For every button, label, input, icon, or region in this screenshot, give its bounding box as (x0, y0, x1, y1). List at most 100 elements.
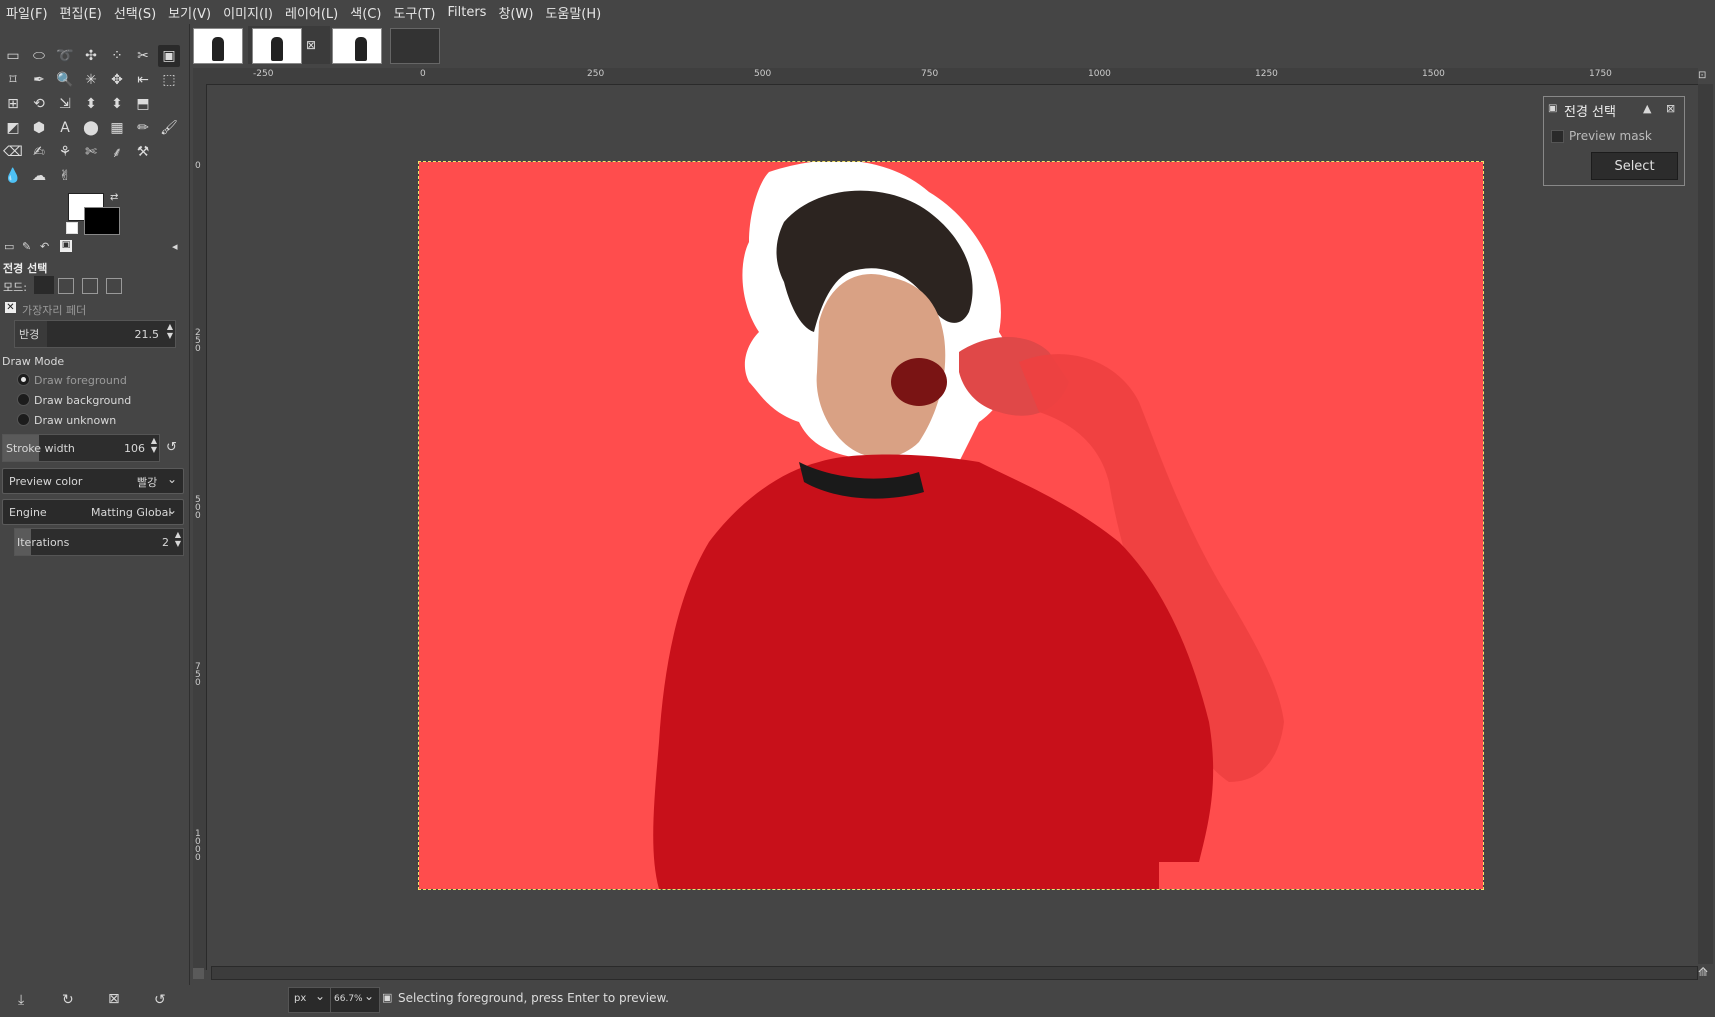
airbrush-icon[interactable]: ✍ (28, 141, 50, 163)
menu-item-6[interactable]: 색(C) (344, 3, 387, 22)
zoom-icon[interactable]: 🔍 (54, 69, 76, 91)
rect-select-icon[interactable]: ▭ (2, 45, 24, 67)
menu-item-3[interactable]: 보기(V) (162, 3, 217, 22)
scale-icon[interactable]: ⇲ (54, 93, 76, 115)
warp-icon[interactable]: ◩ (2, 117, 24, 139)
delete-options-icon[interactable]: ⊠ (108, 991, 120, 1007)
crop-icon[interactable]: ⬚ (158, 69, 180, 91)
engine-combo[interactable]: Engine Matting Global ⌄ (2, 499, 184, 525)
draw-foreground-radio[interactable] (17, 373, 30, 386)
draw-background-radio[interactable] (17, 393, 30, 406)
save-options-icon[interactable]: ⤓ (18, 992, 24, 1008)
feather-checkbox[interactable]: ✕ (5, 302, 16, 313)
menu-item-1[interactable]: 편집(E) (54, 3, 108, 22)
ink-icon[interactable]: ⚘ (54, 141, 76, 163)
lasso-icon[interactable]: ➰ (54, 45, 76, 67)
foreground-select-icon[interactable]: ▣ (158, 45, 180, 67)
pencil-icon[interactable]: ✏ (132, 117, 154, 139)
undo-history-tab-icon[interactable]: ↶ (40, 240, 49, 253)
heal-icon[interactable]: ⸙ (106, 141, 128, 163)
navigate-icon[interactable]: ⟰ (1698, 965, 1708, 979)
perspective-clone-icon[interactable]: ⚒ (132, 141, 154, 163)
background-color-swatch[interactable] (84, 207, 120, 235)
detach-icon[interactable]: ▲ (1643, 102, 1651, 115)
draw-unknown-radio[interactable] (17, 413, 30, 426)
zoom-navigate-icon[interactable]: ⊡ (1698, 70, 1706, 81)
select-button[interactable]: Select (1591, 152, 1678, 180)
mode-add-icon[interactable] (58, 278, 74, 294)
menu-item-8[interactable]: Filters (441, 5, 492, 20)
v-ruler-label: 500 (195, 495, 201, 521)
color-picker-icon[interactable]: ✒ (28, 69, 50, 91)
fuzzy-select-icon[interactable]: ✣ (80, 45, 102, 67)
radius-label: 반경 (19, 328, 40, 341)
fill-icon[interactable]: ⬤ (80, 117, 102, 139)
menu-item-7[interactable]: 도구(T) (387, 3, 441, 22)
mode-intersect-icon[interactable] (106, 278, 122, 294)
image-tab-1[interactable] (193, 28, 243, 64)
move-icon[interactable]: ✥ (106, 69, 128, 91)
mode-replace-icon[interactable] (34, 276, 54, 294)
image-tab-3[interactable] (332, 28, 382, 64)
menu-item-4[interactable]: 이미지(I) (217, 3, 279, 22)
iterations-spinner[interactable]: Iterations 2 ▲ ▼ (14, 528, 184, 556)
text-icon[interactable]: A (54, 117, 76, 139)
stroke-width-label: Stroke width (6, 442, 75, 455)
image-tab-4[interactable] (390, 28, 440, 64)
image-canvas[interactable] (418, 161, 1484, 890)
horizontal-scrollbar[interactable] (211, 966, 1698, 980)
spinner-arrows-icon[interactable]: ▲ ▼ (167, 322, 173, 340)
menu-item-9[interactable]: 창(W) (492, 3, 539, 22)
reset-options-icon[interactable]: ↺ (154, 992, 166, 1008)
paths-icon[interactable]: ⌑ (2, 69, 24, 91)
bucket-icon[interactable]: ⬢ (28, 117, 50, 139)
preview-mask-checkbox[interactable] (1551, 130, 1564, 143)
vertical-ruler: 0 250 500 750 1000 (193, 84, 207, 970)
eraser-icon[interactable]: ⌫ (2, 141, 24, 163)
ellipse-select-icon[interactable]: ⬭ (28, 45, 50, 67)
default-colors-icon[interactable] (66, 222, 78, 234)
smudge-icon[interactable]: ☁ (28, 165, 50, 187)
color-select-icon[interactable]: ⁘ (106, 45, 128, 67)
align-icon[interactable]: ⇤ (132, 69, 154, 91)
menu-item-0[interactable]: 파일(F) (0, 3, 54, 22)
spinner-arrows-icon[interactable]: ▲ ▼ (151, 436, 157, 454)
cage-icon[interactable]: ⬒ (132, 93, 154, 115)
scissors-icon[interactable]: ✂ (132, 45, 154, 67)
blur-icon[interactable]: 💧 (2, 165, 24, 187)
shear-icon[interactable]: ⬍ (80, 93, 102, 115)
unit-combo[interactable]: px ⌄ (288, 987, 332, 1013)
images-tab-icon[interactable]: ▣ (60, 240, 72, 252)
mouth-region (891, 358, 947, 406)
gradient-icon[interactable]: ▦ (106, 117, 128, 139)
reset-stroke-icon[interactable]: ↺ (166, 440, 177, 455)
menu-item-2[interactable]: 선택(S) (108, 3, 162, 22)
tool-options-tab-icon[interactable]: ▭ (4, 240, 14, 253)
menu-item-10[interactable]: 도움말(H) (539, 3, 607, 22)
restore-options-icon[interactable]: ↻ (62, 992, 74, 1008)
v-ruler-label: 0 (195, 161, 201, 171)
radius-spinner[interactable]: 반경 21.5 ▲ ▼ (14, 320, 176, 348)
mode-subtract-icon[interactable] (82, 278, 98, 294)
menu-item-5[interactable]: 레이어(L) (279, 3, 344, 22)
brush-icon[interactable]: 🖌 (158, 117, 180, 139)
preview-color-combo[interactable]: Preview color 빨강 ⌄ (2, 468, 184, 494)
spinner-arrows-icon[interactable]: ▲ ▼ (175, 530, 181, 548)
measure-icon[interactable]: ✳ (80, 69, 102, 91)
swap-colors-icon[interactable]: ⇄ (110, 192, 118, 203)
quickmask-toggle[interactable] (193, 968, 204, 979)
device-status-tab-icon[interactable]: ✎ (22, 240, 31, 253)
close-tab-icon[interactable]: ⊠ (306, 38, 316, 52)
draw-unknown-label: Draw unknown (34, 414, 117, 427)
h-ruler-label: 750 (921, 69, 939, 79)
configure-tab-icon[interactable]: ◂ (172, 240, 178, 253)
zoom-combo[interactable]: 66.7% ⌄ (330, 987, 380, 1013)
vertical-scrollbar[interactable] (1698, 84, 1713, 964)
clone-icon[interactable]: ✄ (80, 141, 102, 163)
stroke-width-spinner[interactable]: Stroke width 106 ▲ ▼ (2, 434, 160, 462)
transform-icon[interactable]: ⊞ (2, 93, 24, 115)
rotate-icon[interactable]: ⟲ (28, 93, 50, 115)
close-icon[interactable]: ⊠ (1666, 102, 1675, 115)
flip-icon[interactable]: ⬍ (106, 93, 128, 115)
dodge-icon[interactable]: ✌ (54, 165, 76, 187)
